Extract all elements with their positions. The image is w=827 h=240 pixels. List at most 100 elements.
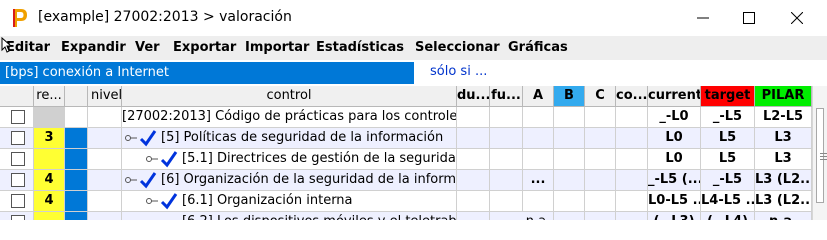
a-cell xyxy=(523,128,554,149)
tree-leaf-icon xyxy=(146,156,158,162)
maximize-button[interactable] xyxy=(726,0,772,36)
table-row[interactable]: 4 [6.1] Organización interna L0-L5 ... L… xyxy=(0,191,812,212)
current-cell: _-L5 (... xyxy=(648,170,701,191)
fu-cell xyxy=(490,191,523,212)
row-checkbox[interactable] xyxy=(11,173,25,187)
c-cell xyxy=(585,107,616,128)
pilar-cell: L3 xyxy=(755,149,812,170)
menu-seleccionar[interactable]: Seleccionar xyxy=(415,40,500,55)
check-icon xyxy=(160,151,178,168)
filter-row: [bps] conexión a Internet sólo si ... xyxy=(0,62,827,84)
c-cell xyxy=(585,212,616,220)
header-select[interactable] xyxy=(0,86,34,107)
menu-ver[interactable]: Ver xyxy=(135,40,160,55)
mouse-cursor-icon xyxy=(1,37,13,53)
control-cell-wrap: [6.1] Organización interna xyxy=(122,191,457,212)
check-icon xyxy=(139,172,157,189)
minimize-button[interactable] xyxy=(680,0,726,36)
row-checkbox[interactable] xyxy=(11,194,25,208)
vertical-scrollbar[interactable] xyxy=(812,86,827,220)
header-pilar[interactable]: PILAR xyxy=(755,86,812,107)
table-row[interactable]: [6.2] Los dispositivos móviles y el tele… xyxy=(0,212,812,220)
control-cell: [6] Organización de la seguridad de la i… xyxy=(161,172,457,187)
table-row[interactable]: 3 [5] Políticas de seguridad de la infor… xyxy=(0,128,812,149)
maximize-icon xyxy=(743,12,755,24)
menu-expandir[interactable]: Expandir xyxy=(61,40,126,55)
du-cell xyxy=(457,107,490,128)
du-cell xyxy=(457,212,490,220)
control-cell: [5.1] Directrices de gestión de la segur… xyxy=(182,151,457,166)
level-cell: 3 xyxy=(34,128,65,149)
row-checkbox[interactable] xyxy=(11,110,25,124)
current-cell: L0 xyxy=(648,149,701,170)
level-cell xyxy=(34,212,65,220)
header-re[interactable]: re... xyxy=(34,86,65,107)
control-cell: [6.2] Los dispositivos móviles y el tele… xyxy=(182,212,456,220)
pilar-cell: L3 (L2... xyxy=(755,170,812,191)
filter-field[interactable]: [bps] conexión a Internet xyxy=(0,62,414,84)
window-title: [example] 27002:2013 > valoración xyxy=(38,9,292,25)
check-icon xyxy=(160,193,178,210)
header-control[interactable]: control xyxy=(122,86,457,107)
row-checkbox[interactable] xyxy=(11,152,25,166)
grip-line xyxy=(820,156,827,157)
du-cell xyxy=(457,191,490,212)
grip-line xyxy=(820,153,827,154)
header-current[interactable]: current xyxy=(648,86,701,107)
level-cell: 4 xyxy=(34,170,65,191)
fu-cell xyxy=(490,149,523,170)
level-cell xyxy=(34,107,65,128)
header-fu[interactable]: fu... xyxy=(490,86,523,107)
level-cell xyxy=(34,149,65,170)
co-cell xyxy=(616,170,648,191)
nivel-cell xyxy=(88,107,122,128)
color-cell xyxy=(65,128,88,149)
grip-line xyxy=(820,159,827,160)
header-co[interactable]: co... xyxy=(616,86,648,107)
table-row[interactable]: [27002:2013] Código de prácticas para lo… xyxy=(0,107,812,128)
target-cell: L5 xyxy=(701,149,755,170)
control-cell: [5] Políticas de seguridad de la informa… xyxy=(161,130,444,145)
table-row[interactable]: [5.1] Directrices de gestión de la segur… xyxy=(0,149,812,170)
header-a[interactable]: A xyxy=(523,86,554,107)
row-checkbox[interactable] xyxy=(11,215,25,220)
fu-cell: n.a. xyxy=(523,212,554,220)
control-cell-wrap: [6] Organización de la seguridad de la i… xyxy=(122,170,457,191)
header-du[interactable]: du... xyxy=(457,86,490,107)
menu-exportar[interactable]: Exportar xyxy=(173,40,236,55)
pilar-cell: L2-L5 xyxy=(755,107,812,128)
co-cell xyxy=(616,212,648,220)
co-cell xyxy=(616,191,648,212)
du-cell xyxy=(457,170,490,191)
tree-expander-icon[interactable] xyxy=(125,133,137,143)
menu-importar[interactable]: Importar xyxy=(245,40,309,55)
header-blank[interactable] xyxy=(65,86,88,107)
row-checkbox[interactable] xyxy=(11,131,25,145)
conditional-filter-link[interactable]: sólo si ... xyxy=(430,64,487,79)
co-cell xyxy=(616,149,648,170)
c-cell xyxy=(585,191,616,212)
menu-estadisticas[interactable]: Estadísticas xyxy=(316,40,404,55)
nivel-cell xyxy=(88,191,122,212)
tree-expander-icon[interactable] xyxy=(125,175,137,185)
header-b[interactable]: B xyxy=(554,86,585,107)
b-cell xyxy=(554,128,585,149)
header-target[interactable]: target xyxy=(701,86,755,107)
menu-graficas[interactable]: Gráficas xyxy=(508,40,568,55)
table-row[interactable]: 4 [6] Organización de la seguridad de la… xyxy=(0,170,812,191)
target-cell: L4-L5 ... xyxy=(701,191,755,212)
du-cell xyxy=(457,149,490,170)
target-cell: (_-L4) xyxy=(701,212,755,220)
title-bar: [example] 27002:2013 > valoración xyxy=(0,0,827,36)
target-cell: _-L5 xyxy=(701,107,755,128)
nivel-cell xyxy=(88,212,122,220)
close-button[interactable] xyxy=(774,0,820,36)
nivel-cell xyxy=(88,170,122,191)
header-nivel[interactable]: nivel xyxy=(88,86,122,107)
scrollbar-thumb[interactable] xyxy=(816,108,827,203)
current-cell: L0 xyxy=(648,128,701,149)
header-c[interactable]: C xyxy=(585,86,616,107)
minimize-icon xyxy=(697,17,709,19)
pilar-cell: n.a. xyxy=(755,212,812,220)
b-cell xyxy=(554,170,585,191)
